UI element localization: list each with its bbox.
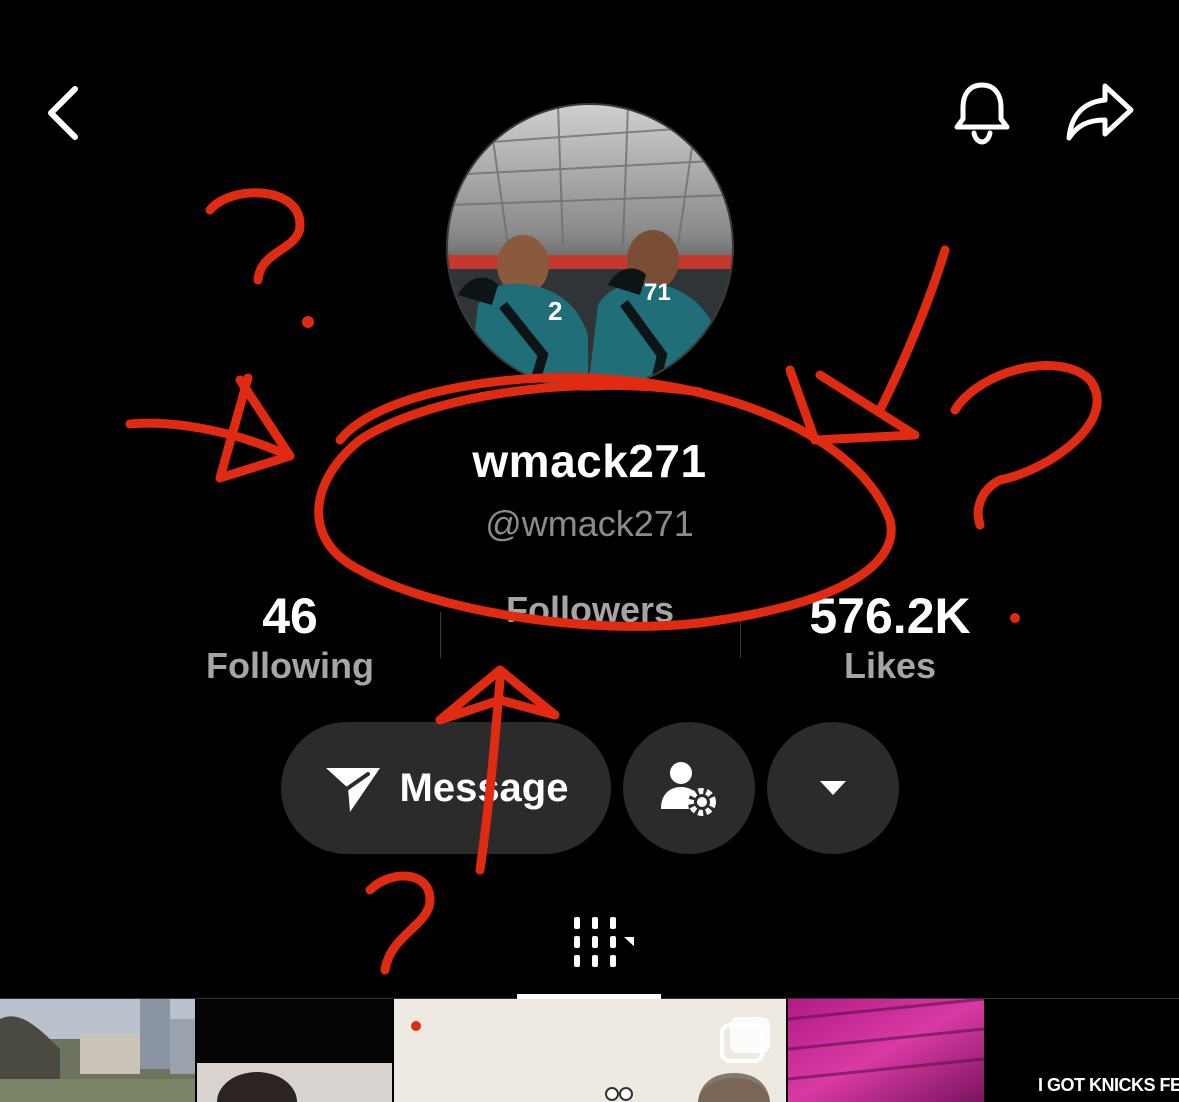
arrow-annotation bbox=[785, 365, 920, 445]
avatar-image: 2 71 bbox=[448, 105, 732, 389]
grid-bars-icon bbox=[574, 917, 634, 967]
bell-icon bbox=[954, 82, 1010, 145]
stat-likes[interactable]: 576.2K Likes bbox=[740, 588, 1040, 688]
stat-followers[interactable]: Followers bbox=[440, 588, 740, 632]
thumbnail-image bbox=[788, 999, 984, 1102]
username-handle: @wmack271 bbox=[485, 503, 694, 544]
thumbnail-caption: I GOT KNICKS FE bbox=[1038, 1075, 1179, 1095]
paper-plane-icon bbox=[325, 768, 380, 812]
stat-label: Following bbox=[206, 645, 374, 686]
back-button[interactable] bbox=[28, 78, 98, 148]
caret-down-icon bbox=[820, 781, 846, 795]
stat-label: Followers bbox=[505, 589, 675, 630]
friend-settings-button[interactable] bbox=[623, 722, 755, 854]
svg-text:2: 2 bbox=[548, 296, 562, 326]
message-button-label: Message bbox=[399, 765, 569, 810]
display-name: wmack271 bbox=[472, 435, 707, 487]
dot-annotation bbox=[302, 316, 314, 328]
video-thumbnail[interactable] bbox=[197, 999, 392, 1102]
video-thumbnail[interactable]: I GOT KNICKS FE bbox=[986, 999, 1179, 1102]
arrow-annotation bbox=[435, 665, 560, 725]
question-mark-annotation bbox=[205, 188, 305, 285]
user-gear-icon bbox=[661, 762, 716, 816]
thumbnail-image bbox=[0, 999, 195, 1102]
tab-videos[interactable] bbox=[517, 905, 661, 1000]
arrow-annotation bbox=[875, 245, 950, 415]
thumbnail-image bbox=[394, 999, 786, 1102]
stat-following[interactable]: 46 Following bbox=[140, 588, 440, 688]
stat-value: 576.2K bbox=[809, 588, 971, 644]
video-thumbnail[interactable] bbox=[394, 999, 786, 1102]
question-mark-annotation bbox=[365, 871, 435, 975]
profile-avatar: 2 71 bbox=[446, 103, 734, 391]
message-button[interactable]: Message bbox=[281, 722, 611, 854]
stat-value: 46 bbox=[262, 588, 318, 644]
share-arrow-icon bbox=[1066, 83, 1134, 141]
notifications-button[interactable] bbox=[942, 72, 1022, 152]
svg-text:71: 71 bbox=[644, 279, 671, 306]
thumbnail-image bbox=[197, 999, 392, 1102]
video-thumbnail[interactable] bbox=[788, 999, 984, 1102]
share-button[interactable] bbox=[1058, 72, 1142, 152]
stat-label: Likes bbox=[843, 645, 937, 686]
chevron-left-icon bbox=[48, 86, 78, 140]
video-thumbnail[interactable] bbox=[0, 999, 195, 1102]
more-options-button[interactable] bbox=[767, 722, 899, 854]
